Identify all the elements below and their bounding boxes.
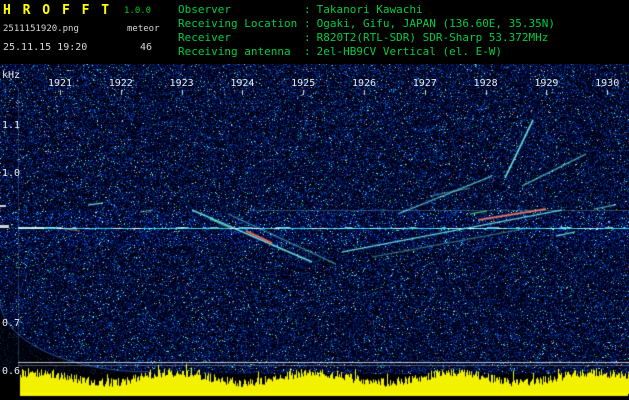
- info-value: 2el-HB9CV Vertical (el. E-W): [316, 45, 503, 58]
- info-row-observer: Observer: Takanori Kawachi: [178, 3, 555, 17]
- output-filename: 2511151920.png: [3, 24, 79, 34]
- info-row-receiver: Receiver: R820T2(RTL-SDR) SDR-Sharp 53.37…: [178, 31, 555, 45]
- time-label: 1929: [534, 78, 559, 89]
- info-separator: :: [304, 31, 311, 44]
- time-label: 1925: [291, 78, 316, 89]
- echo-count: 46: [140, 42, 153, 53]
- info-label: Receiving antenna: [178, 45, 291, 58]
- observation-datetime: 25.11.15 19:20: [3, 42, 88, 53]
- app-title: H R O F F T: [3, 3, 112, 18]
- time-label: 1928: [473, 78, 498, 89]
- freq-axis-unit: kHz: [2, 70, 21, 81]
- spectrogram-canvas: [0, 64, 629, 400]
- time-label: 1926: [351, 78, 377, 89]
- info-label: Receiving Location: [178, 17, 298, 30]
- freq-label: 1.0: [2, 168, 21, 179]
- time-label: 1921: [47, 78, 73, 89]
- freq-label: 0.7: [2, 318, 21, 329]
- info-row-antenna: Receiving antenna:2el-HB9CV Vertical (el…: [178, 45, 555, 59]
- info-label: Receiver: [178, 31, 231, 44]
- info-value: Ogaki, Gifu, JAPAN (136.60E, 35.35N): [316, 17, 556, 30]
- info-row-location: Receiving Location: Ogaki, Gifu, JAPAN (1…: [178, 17, 555, 31]
- info-separator: :: [304, 45, 311, 58]
- info-label: Observer: [178, 3, 231, 16]
- hrofft-window: H R O F F T 1.0.0 2511151920.png meteor …: [0, 0, 629, 400]
- info-separator: :: [304, 17, 311, 30]
- info-value: R820T2(RTL-SDR) SDR-Sharp 53.372MHz: [316, 31, 549, 44]
- freq-label: 1.1: [2, 120, 21, 131]
- app-version: 1.0.0: [124, 6, 152, 16]
- time-label: 1927: [412, 78, 437, 89]
- station-info: Observer: Takanori Kawachi Receiving Loca…: [178, 3, 555, 59]
- time-label: 1924: [230, 78, 255, 89]
- time-label: 1930: [595, 78, 620, 89]
- freq-label: 0.6: [2, 366, 21, 377]
- time-label: 1923: [169, 78, 194, 89]
- info-value: Takanori Kawachi: [316, 3, 423, 16]
- info-separator: :: [304, 3, 311, 16]
- time-label: 1922: [108, 78, 133, 89]
- mode-label: meteor: [127, 24, 160, 34]
